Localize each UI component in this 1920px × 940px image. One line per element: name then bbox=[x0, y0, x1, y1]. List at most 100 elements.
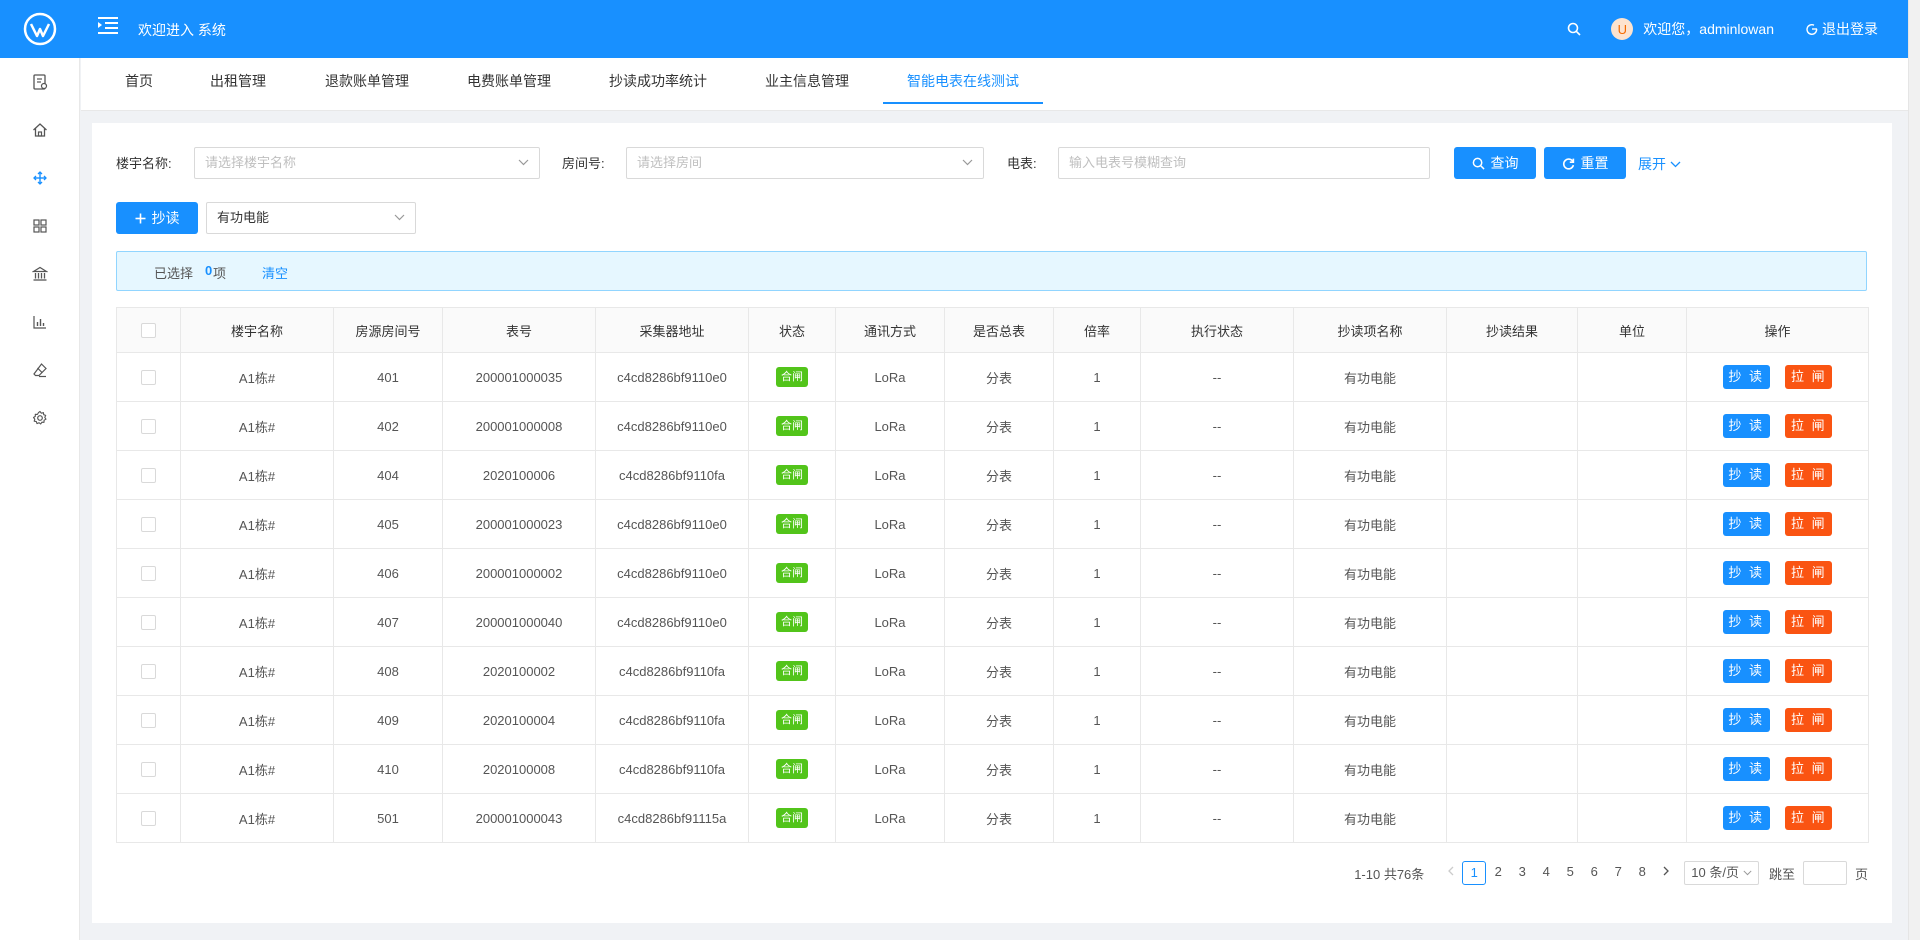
room-select[interactable]: 请选择房间 bbox=[626, 147, 984, 179]
row-checkbox[interactable] bbox=[141, 664, 156, 680]
page-scrollbar[interactable] bbox=[1908, 0, 1920, 940]
sidebar-item-move[interactable] bbox=[28, 166, 52, 190]
row-checkbox[interactable] bbox=[141, 419, 156, 435]
avatar[interactable]: U bbox=[1611, 18, 1634, 40]
column-header[interactable]: 楼宇名称 bbox=[180, 307, 334, 353]
row-checkbox[interactable] bbox=[141, 615, 156, 631]
status-cell: 合闸 bbox=[748, 695, 836, 745]
app-logo[interactable] bbox=[0, 0, 80, 58]
meter-search-input[interactable]: 输入电表号模糊查询 bbox=[1058, 147, 1430, 179]
row-pull-switch-button[interactable]: 拉 闸 bbox=[1785, 512, 1833, 536]
column-header[interactable]: 采集器地址 bbox=[595, 307, 749, 353]
row-checkbox[interactable] bbox=[141, 762, 156, 778]
row-read-button[interactable]: 抄 读 bbox=[1722, 659, 1770, 683]
page-number-button[interactable]: 5 bbox=[1558, 861, 1582, 885]
row-checkbox[interactable] bbox=[141, 370, 156, 386]
row-read-button[interactable]: 抄 读 bbox=[1722, 610, 1770, 634]
tab-home[interactable]: 首页 bbox=[125, 58, 153, 103]
row-read-button[interactable]: 抄 读 bbox=[1722, 414, 1770, 438]
row-pull-switch-button[interactable]: 拉 闸 bbox=[1785, 561, 1833, 585]
row-select-cell bbox=[116, 646, 181, 696]
menu-fold-icon bbox=[98, 17, 118, 34]
sidebar-item-bank[interactable] bbox=[28, 262, 52, 286]
column-header[interactable]: 执行状态 bbox=[1140, 307, 1294, 353]
row-pull-switch-button[interactable]: 拉 闸 bbox=[1785, 757, 1833, 781]
tab-electric-bills[interactable]: 电费账单管理 bbox=[467, 58, 551, 103]
jump-page-input[interactable] bbox=[1802, 861, 1847, 885]
sidebar-item-settings[interactable] bbox=[28, 406, 52, 430]
table-row: A1栋# 402 200001000008 c4cd8286bf9110e0 合闸 LoR… bbox=[116, 401, 1869, 451]
column-header[interactable]: 状态 bbox=[748, 307, 836, 353]
search-button[interactable] bbox=[1567, 22, 1581, 36]
row-pull-switch-button[interactable]: 拉 闸 bbox=[1785, 659, 1833, 683]
read-button-label: 抄读 bbox=[151, 210, 180, 226]
page-number-button[interactable]: 8 bbox=[1630, 861, 1654, 885]
row-checkbox[interactable] bbox=[141, 468, 156, 484]
table-row: A1栋# 405 200001000023 c4cd8286bf9110e0 合闸 LoR… bbox=[116, 499, 1869, 549]
sidebar-item-bill[interactable] bbox=[28, 70, 52, 94]
column-header[interactable]: 单位 bbox=[1577, 307, 1687, 353]
tab-owner-info[interactable]: 业主信息管理 bbox=[765, 58, 849, 103]
next-page-button[interactable] bbox=[1654, 861, 1678, 885]
page-number-button[interactable]: 2 bbox=[1486, 861, 1510, 885]
column-header[interactable]: 通讯方式 bbox=[835, 307, 945, 353]
page-number-button[interactable]: 1 bbox=[1462, 861, 1487, 885]
cell-room: 409 bbox=[333, 695, 443, 745]
table-row: A1栋# 410 2020100008 c4cd8286bf9110fa 合闸 LoRa 分… bbox=[116, 744, 1869, 794]
row-read-button[interactable]: 抄 读 bbox=[1722, 561, 1770, 585]
row-read-button[interactable]: 抄 读 bbox=[1722, 512, 1770, 536]
expand-link[interactable]: 展开 bbox=[1638, 154, 1681, 174]
cell-meter: 200001000008 bbox=[442, 401, 596, 451]
table-row: A1栋# 501 200001000043 c4cd8286bf91115a 合闸 LoR… bbox=[116, 793, 1869, 843]
column-header[interactable]: 抄读结果 bbox=[1446, 307, 1578, 353]
tab-refund-bills[interactable]: 退款账单管理 bbox=[325, 58, 409, 103]
row-read-button[interactable]: 抄 读 bbox=[1722, 463, 1770, 487]
sidebar-item-eraser[interactable] bbox=[28, 358, 52, 382]
column-header[interactable]: 是否总表 bbox=[944, 307, 1054, 353]
row-pull-switch-button[interactable]: 拉 闸 bbox=[1785, 610, 1833, 634]
clear-selection-link[interactable]: 清空 bbox=[262, 263, 288, 282]
cell-meter: 2020100002 bbox=[442, 646, 596, 696]
cell-result bbox=[1446, 597, 1578, 647]
row-pull-switch-button[interactable]: 拉 闸 bbox=[1785, 806, 1833, 830]
tab-smart-meter-test[interactable]: 智能电表在线测试 bbox=[907, 58, 1019, 103]
row-pull-switch-button[interactable]: 拉 闸 bbox=[1785, 414, 1833, 438]
page-number-button[interactable]: 7 bbox=[1606, 861, 1630, 885]
reset-button[interactable]: 重置 bbox=[1544, 147, 1626, 179]
logout-button[interactable]: 退出登录 bbox=[1806, 19, 1878, 39]
select-all-checkbox[interactable] bbox=[141, 323, 156, 339]
row-pull-switch-button[interactable]: 拉 闸 bbox=[1785, 708, 1833, 732]
sidebar-item-home[interactable] bbox=[28, 118, 52, 142]
row-read-button[interactable]: 抄 读 bbox=[1722, 757, 1770, 781]
column-header[interactable]: 抄读项名称 bbox=[1293, 307, 1447, 353]
page-size-select[interactable]: 10 条/页 bbox=[1684, 861, 1759, 885]
row-checkbox[interactable] bbox=[141, 713, 156, 729]
sidebar-item-chart[interactable] bbox=[28, 310, 52, 334]
column-header[interactable]: 房源房间号 bbox=[333, 307, 443, 353]
sidebar-item-grid[interactable] bbox=[28, 214, 52, 238]
column-header[interactable]: 倍率 bbox=[1053, 307, 1141, 353]
row-read-button[interactable]: 抄 读 bbox=[1722, 708, 1770, 732]
column-header[interactable]: 表号 bbox=[442, 307, 596, 353]
read-button[interactable]: 抄读 bbox=[116, 202, 198, 234]
tab-read-success-stats[interactable]: 抄读成功率统计 bbox=[609, 58, 707, 103]
query-button[interactable]: 查询 bbox=[1454, 147, 1536, 179]
page-number-button[interactable]: 3 bbox=[1510, 861, 1534, 885]
building-select[interactable]: 请选择楼宇名称 bbox=[194, 147, 540, 179]
cell-unit bbox=[1577, 793, 1687, 843]
menu-toggle-button[interactable] bbox=[98, 16, 118, 37]
row-checkbox[interactable] bbox=[141, 566, 156, 582]
energy-type-select[interactable]: 有功电能 bbox=[206, 202, 416, 234]
row-checkbox[interactable] bbox=[141, 517, 156, 533]
row-read-button[interactable]: 抄 读 bbox=[1722, 365, 1770, 389]
row-checkbox[interactable] bbox=[141, 811, 156, 827]
row-pull-switch-button[interactable]: 拉 闸 bbox=[1785, 365, 1833, 389]
prev-page-button[interactable] bbox=[1438, 861, 1462, 885]
page-number-button[interactable]: 4 bbox=[1534, 861, 1558, 885]
row-read-button[interactable]: 抄 读 bbox=[1722, 806, 1770, 830]
page-number-button[interactable]: 6 bbox=[1582, 861, 1606, 885]
cell-rate: 1 bbox=[1053, 352, 1141, 402]
row-pull-switch-button[interactable]: 拉 闸 bbox=[1785, 463, 1833, 487]
query-button-label: 查询 bbox=[1490, 155, 1519, 171]
tab-rental[interactable]: 出租管理 bbox=[210, 58, 266, 103]
